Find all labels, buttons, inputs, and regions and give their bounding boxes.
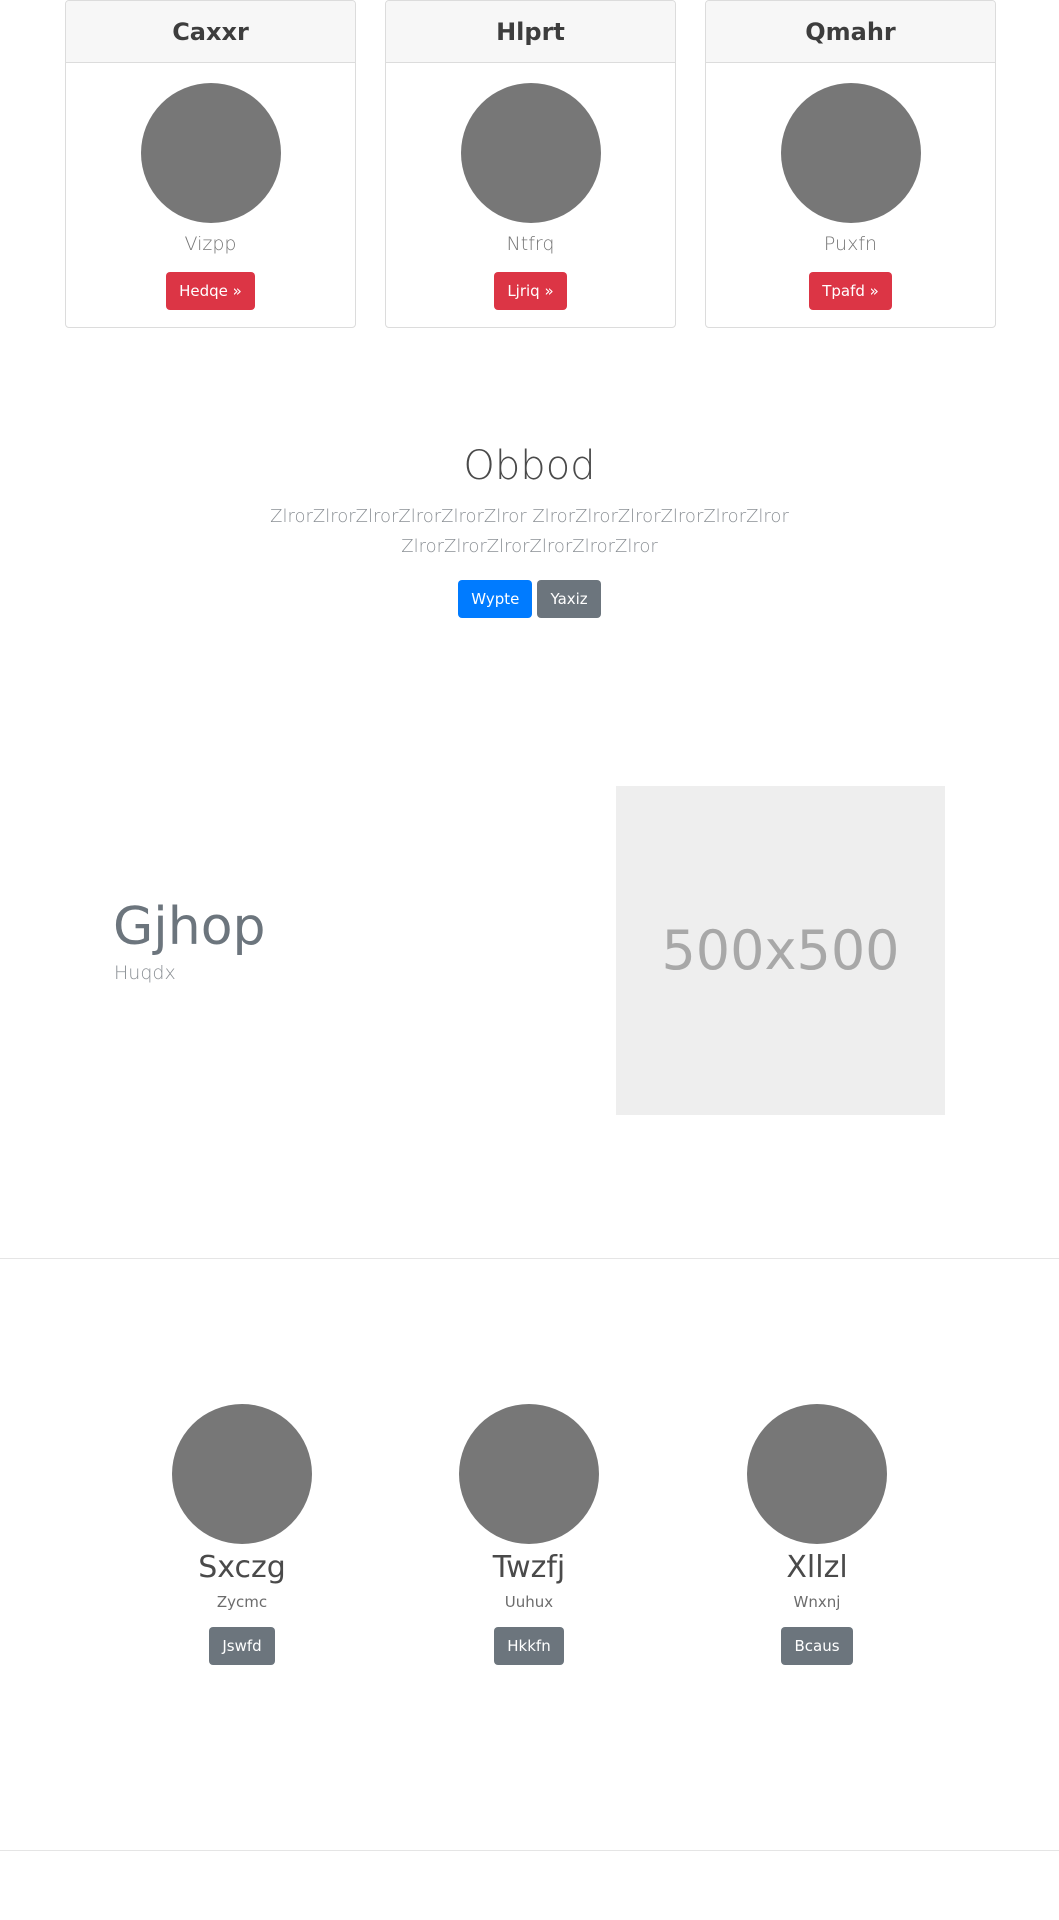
- member-button[interactable]: Bcaus: [781, 1627, 853, 1665]
- member-button[interactable]: Jswfd: [209, 1627, 275, 1665]
- hero-buttons: Wypte Yaxiz: [0, 580, 1059, 618]
- hero-secondary-button[interactable]: Yaxiz: [537, 580, 601, 618]
- hero-section: Obbod ZlrorZlrorZlrorZlrorZlrorZlror Zlr…: [0, 440, 1059, 618]
- card-title: Qmahr: [706, 1, 995, 63]
- card-action-button[interactable]: Tpafd »: [809, 272, 892, 310]
- team-member: Twzfj Uuhux Hkkfn: [429, 1404, 629, 1665]
- card-row: Caxxr Vizpp Hedqe » Hlprt Ntfrq Ljriq » …: [0, 0, 1059, 330]
- card: Qmahr Puxfn Tpafd »: [705, 0, 996, 328]
- page: Caxxr Vizpp Hedqe » Hlprt Ntfrq Ljriq » …: [0, 0, 1059, 1920]
- hero-title: Obbod: [463, 443, 596, 489]
- member-role: Zycmc: [216, 1593, 268, 1611]
- hero-primary-button[interactable]: Wypte: [458, 580, 533, 618]
- card-title: Hlprt: [386, 1, 675, 63]
- card-action-button[interactable]: Hedqe »: [166, 272, 255, 310]
- member-name: Twzfj: [492, 1550, 566, 1585]
- card: Caxxr Vizpp Hedqe »: [65, 0, 356, 328]
- card-action-button[interactable]: Ljriq »: [494, 272, 567, 310]
- team-member: Xllzl Wnxnj Bcaus: [717, 1404, 917, 1665]
- placeholder-image: 500x500: [616, 786, 945, 1115]
- card-subtitle: Puxfn: [823, 233, 878, 255]
- member-name: Xllzl: [786, 1550, 848, 1585]
- card: Hlprt Ntfrq Ljriq »: [385, 0, 676, 328]
- card-title: Caxxr: [66, 1, 355, 63]
- avatar: [747, 1404, 887, 1544]
- avatar: [459, 1404, 599, 1544]
- section-divider: [0, 1258, 1059, 1259]
- avatar: [172, 1404, 312, 1544]
- member-name: Sxczg: [198, 1550, 286, 1585]
- card-subtitle: Ntfrq: [506, 233, 555, 255]
- member-role: Wnxnj: [793, 1593, 841, 1611]
- member-role: Uuhux: [504, 1593, 554, 1611]
- avatar: [460, 83, 601, 223]
- avatar: [140, 83, 281, 223]
- section-divider: [0, 1850, 1059, 1851]
- member-button[interactable]: Hkkfn: [494, 1627, 564, 1665]
- feature-subtitle: Huqdx: [114, 962, 176, 984]
- avatar: [780, 83, 921, 223]
- hero-lead: ZlrorZlrorZlrorZlrorZlrorZlror ZlrorZlro…: [270, 506, 789, 557]
- team-member: Sxczg Zycmc Jswfd: [142, 1404, 342, 1665]
- feature-title: Gjhop: [113, 897, 266, 957]
- placeholder-label: 500x500: [661, 919, 900, 982]
- card-subtitle: Vizpp: [184, 233, 237, 255]
